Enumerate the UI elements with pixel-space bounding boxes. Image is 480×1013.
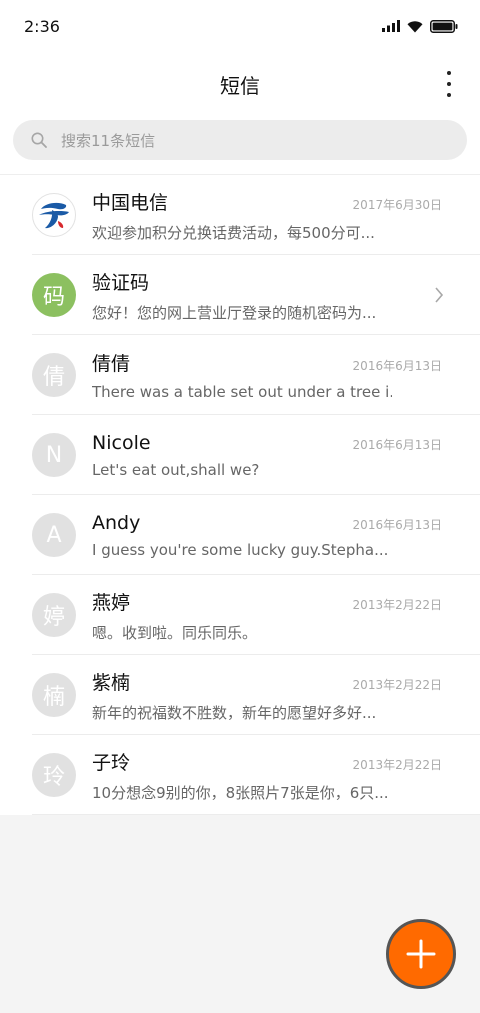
message-preview: 欢迎参加积分兑换话费活动，每500分可... <box>92 223 375 242</box>
status-icons <box>382 19 458 33</box>
app-header: 短信 <box>0 52 480 116</box>
search-container: 搜索11条短信 <box>0 116 480 174</box>
conversation-row[interactable]: 楠 紫楠 2013年2月22日 新年的祝福数不胜数，新年的愿望好多好... <box>0 655 480 735</box>
contact-name: 子玲 <box>92 751 131 774</box>
conversation-header: 倩倩 2016年6月13日 <box>92 349 442 376</box>
message-preview: 新年的祝福数不胜数，新年的愿望好多好... <box>92 703 377 722</box>
conversation-body: 紫楠 2013年2月22日 新年的祝福数不胜数，新年的愿望好多好... <box>92 668 480 723</box>
more-options-button[interactable] <box>444 71 454 97</box>
avatar: 玲 <box>32 753 76 797</box>
top-area: 2:36 短信 搜索11条短信 <box>0 0 480 174</box>
avatar: A <box>32 513 76 557</box>
message-preview: Let's eat out,shall we? <box>92 460 260 479</box>
avatar: 码 <box>32 273 76 317</box>
signal-icon <box>382 20 400 32</box>
more-vertical-icon <box>447 71 451 75</box>
conversation-header: 中国电信 2017年6月30日 <box>92 188 442 215</box>
chevron-right-icon <box>435 287 444 303</box>
status-time: 2:36 <box>24 16 60 36</box>
message-date: 2016年6月13日 <box>352 517 442 532</box>
conversation-header: 燕婷 2013年2月22日 <box>92 588 442 615</box>
search-input[interactable]: 搜索11条短信 <box>13 120 467 160</box>
contact-name: 燕婷 <box>92 591 131 614</box>
plus-icon <box>406 939 436 969</box>
conversation-header: 验证码 <box>92 268 442 295</box>
search-icon <box>31 132 47 148</box>
conversation-list: 中国电信 2017年6月30日 欢迎参加积分兑换话费活动，每500分可... 码… <box>0 174 480 815</box>
message-preview: There was a table set out under a tree i… <box>92 383 392 401</box>
conversation-header: 紫楠 2013年2月22日 <box>92 668 442 695</box>
conversation-row[interactable]: A Andy 2016年6月13日 I guess you're some lu… <box>0 495 480 575</box>
conversation-header: Andy 2016年6月13日 <box>92 512 442 534</box>
more-dot <box>447 93 451 97</box>
message-preview: 您好！您的网上营业厅登录的随机密码为... <box>92 303 377 322</box>
conversation-row[interactable]: 玲 子玲 2013年2月22日 10分想念9别的你，8张照片7张是你，6只... <box>0 735 480 815</box>
message-date: 2013年2月22日 <box>352 597 442 612</box>
message-date: 2013年2月22日 <box>352 757 442 772</box>
conversation-row[interactable]: N Nicole 2016年6月13日 Let's eat out,shall … <box>0 415 480 495</box>
message-date: 2016年6月13日 <box>352 359 442 373</box>
conversation-row[interactable]: 倩 倩倩 2016年6月13日 There was a table set ou… <box>0 335 480 415</box>
messages-app: 2:36 短信 搜索11条短信 中国电信 2017年6月30日 欢迎参加积分兑换… <box>0 0 480 1013</box>
conversation-header: 子玲 2013年2月22日 <box>92 748 442 775</box>
contact-name: 验证码 <box>92 271 150 294</box>
wifi-icon <box>407 20 423 32</box>
conversation-body: 燕婷 2013年2月22日 嗯。收到啦。同乐同乐。 <box>92 588 480 643</box>
message-preview: 嗯。收到啦。同乐同乐。 <box>92 623 258 642</box>
message-date: 2016年6月13日 <box>352 437 442 452</box>
message-date: 2013年2月22日 <box>352 677 442 692</box>
conversation-header: Nicole 2016年6月13日 <box>92 432 442 454</box>
new-message-button[interactable] <box>386 919 456 989</box>
conversation-row[interactable]: 码 验证码 您好！您的网上营业厅登录的随机密码为... <box>0 255 480 335</box>
avatar: 倩 <box>32 353 76 397</box>
avatar: N <box>32 433 76 477</box>
conversation-body: 验证码 您好！您的网上营业厅登录的随机密码为... <box>92 268 480 323</box>
conversation-row[interactable]: 婷 燕婷 2013年2月22日 嗯。收到啦。同乐同乐。 <box>0 575 480 655</box>
conversation-body: 倩倩 2016年6月13日 There was a table set out … <box>92 349 480 401</box>
contact-name: 倩倩 <box>92 353 131 375</box>
message-preview: I guess you're some lucky guy.Stepha... <box>92 540 389 559</box>
contact-name: Andy <box>92 511 141 534</box>
conversation-body: 中国电信 2017年6月30日 欢迎参加积分兑换话费活动，每500分可... <box>92 188 480 243</box>
page-title: 短信 <box>220 73 260 98</box>
status-bar: 2:36 <box>0 0 480 52</box>
search-placeholder: 搜索11条短信 <box>61 131 156 150</box>
contact-name: Nicole <box>92 431 151 454</box>
china-telecom-logo-avatar <box>32 193 76 237</box>
conversation-row[interactable]: 中国电信 2017年6月30日 欢迎参加积分兑换话费活动，每500分可... <box>0 175 480 255</box>
contact-name: 紫楠 <box>92 671 131 694</box>
avatar: 婷 <box>32 593 76 637</box>
battery-icon <box>430 19 458 33</box>
avatar: 楠 <box>32 673 76 717</box>
china-telecom-logo-icon <box>39 202 69 229</box>
message-preview: 10分想念9别的你，8张照片7张是你，6只... <box>92 783 389 802</box>
message-date: 2017年6月30日 <box>352 197 442 212</box>
conversation-body: Andy 2016年6月13日 I guess you're some luck… <box>92 512 480 559</box>
conversation-body: 子玲 2013年2月22日 10分想念9别的你，8张照片7张是你，6只... <box>92 748 480 803</box>
more-dot <box>447 82 451 86</box>
conversation-body: Nicole 2016年6月13日 Let's eat out,shall we… <box>92 432 480 479</box>
contact-name: 中国电信 <box>92 191 169 214</box>
